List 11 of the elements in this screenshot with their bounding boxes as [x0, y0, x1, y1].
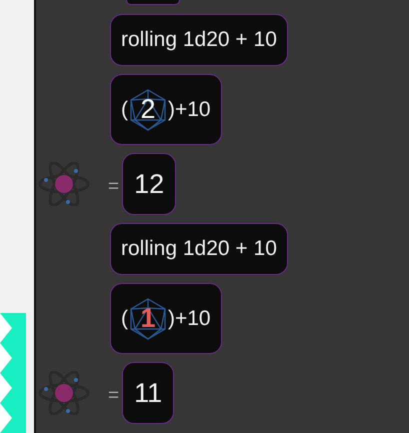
roll-modifier: )+10 [168, 98, 211, 122]
roll-prefix: ( [121, 98, 128, 122]
equals-sign: = [108, 385, 120, 407]
roll-modifier: )+10 [168, 306, 211, 330]
total-bubble: 12 [122, 153, 176, 215]
equals-sign: = [108, 176, 120, 198]
roll-prefix: ( [121, 306, 128, 330]
message-bubble: rolling 1d20 + 10 [110, 223, 288, 275]
message-bubble [126, 0, 180, 5]
total-bubble: 11 [122, 362, 174, 424]
message-bubble: rolling 1d20 + 10 [110, 14, 288, 66]
